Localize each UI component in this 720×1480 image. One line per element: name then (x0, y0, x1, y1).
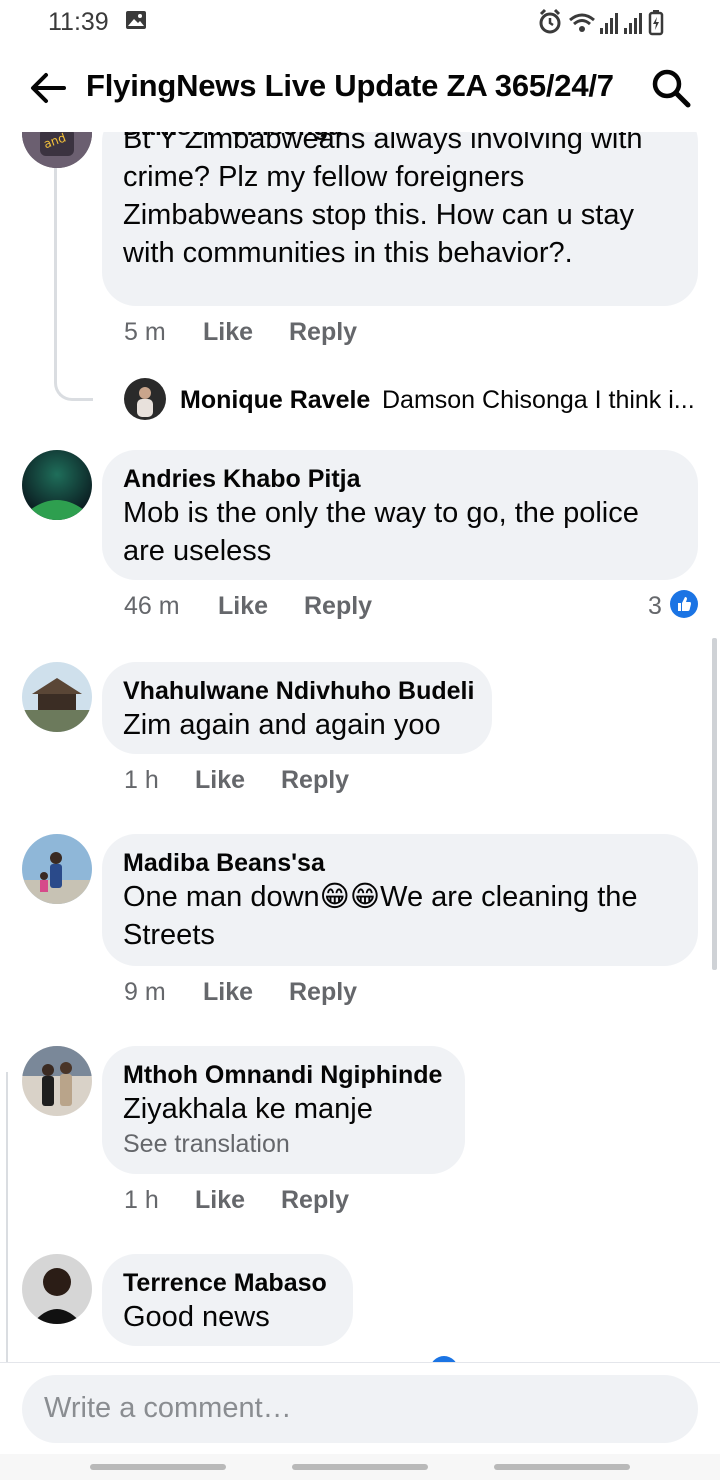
comments-list[interactable]: and Damson Chisonga Bt Y Zimbabweans alw… (0, 132, 720, 1362)
comment-text: Ziyakhala ke manje (123, 1093, 373, 1125)
comment-time[interactable]: 46 m (124, 592, 180, 621)
reply-button[interactable]: Reply (289, 318, 357, 347)
comment-time[interactable]: 1 h (124, 766, 159, 795)
reply-button[interactable]: Reply (281, 766, 349, 795)
avatar[interactable]: and (22, 132, 92, 168)
comment-bubble[interactable]: Damson Chisonga Bt Y Zimbabweans always … (102, 132, 698, 306)
comment-text: Zim again and again yoo (123, 709, 441, 741)
thread-line (6, 1072, 8, 1362)
like-button[interactable]: Like (218, 592, 268, 621)
like-button[interactable]: Like (195, 1186, 245, 1215)
battery-icon (648, 10, 664, 36)
reaction-count[interactable]: 3 (648, 592, 662, 621)
reply-author[interactable]: Monique Ravele (180, 386, 370, 415)
reply-button[interactable]: Reply (281, 1186, 349, 1215)
back-arrow-icon[interactable] (26, 66, 70, 110)
comment-input[interactable]: Write a comment… (22, 1375, 698, 1443)
comment-author[interactable]: Mthoh Omnandi Ngiphinde (123, 1060, 444, 1090)
thread-line (54, 168, 57, 378)
avatar[interactable] (22, 1046, 92, 1116)
comment-author[interactable]: Madiba Beans'sa (123, 848, 677, 878)
thread-connector (54, 368, 93, 401)
status-bar: 11:39 (0, 0, 720, 44)
scrollbar[interactable] (712, 638, 717, 970)
like-button[interactable]: Like (203, 318, 253, 347)
comment-bubble[interactable]: Mthoh Omnandi Ngiphinde Ziyakhala ke man… (102, 1046, 465, 1174)
avatar[interactable] (124, 378, 166, 420)
like-button[interactable]: Like (195, 766, 245, 795)
signal-icon (600, 13, 618, 34)
nav-back-button[interactable] (494, 1464, 630, 1470)
search-icon[interactable] (649, 66, 693, 110)
comment-author[interactable]: Andries Khabo Pitja (123, 464, 677, 494)
comment-input-placeholder: Write a comment… (44, 1392, 292, 1424)
alarm-icon (539, 8, 561, 34)
status-time: 11:39 (48, 8, 109, 36)
comment-bubble[interactable]: Madiba Beans'sa One man down😁😁We are cle… (102, 834, 698, 966)
signal-icon-2 (624, 13, 642, 34)
comment-composer-bar: Write a comment… (0, 1362, 720, 1455)
reply-text: Damson Chisonga I think i... (382, 386, 695, 414)
comment-time[interactable]: 1 h (124, 1186, 159, 1215)
wifi-icon (569, 13, 595, 32)
comment-bubble[interactable]: Vhahulwane Ndivhuho Budeli Zim again and… (102, 662, 492, 754)
comment-bubble[interactable]: Andries Khabo Pitja Mob is the only the … (102, 450, 698, 580)
reply-button[interactable]: Reply (289, 978, 357, 1007)
nav-recent-button[interactable] (90, 1464, 226, 1470)
comment-author[interactable]: Terrence Mabaso (123, 1268, 332, 1298)
comment-time[interactable]: 9 m (124, 978, 166, 1007)
comment-bubble[interactable]: Terrence Mabaso Good news (102, 1254, 353, 1346)
like-reaction-icon (670, 590, 698, 618)
reply-preview[interactable]: Monique Ravele Damson Chisonga I think i… (124, 378, 704, 422)
system-navigation-bar (0, 1454, 720, 1480)
comment-text: Good news (123, 1301, 270, 1333)
comment-text: One man down😁😁We are cleaning the Street… (123, 881, 638, 951)
avatar[interactable] (22, 662, 92, 732)
see-translation-link[interactable]: See translation (123, 1128, 444, 1160)
avatar[interactable] (22, 834, 92, 904)
status-icons (539, 8, 664, 36)
page-title: FlyingNews Live Update ZA 365/24/7 (86, 68, 614, 103)
comment-author[interactable]: Vhahulwane Ndivhuho Budeli (123, 676, 474, 706)
comment-time[interactable]: 5 m (124, 318, 166, 347)
like-button[interactable]: Like (203, 978, 253, 1007)
reply-button[interactable]: Reply (304, 592, 372, 621)
nav-home-button[interactable] (292, 1464, 428, 1470)
avatar[interactable] (22, 1254, 92, 1324)
comment-text: Mob is the only the way to go, the polic… (123, 497, 639, 567)
gallery-notification-icon (126, 11, 146, 29)
avatar[interactable] (22, 450, 92, 520)
comment-text: Bt Y Zimbabweans always involving with c… (123, 132, 643, 269)
header: FlyingNews Live Update ZA 365/24/7 (0, 44, 720, 132)
